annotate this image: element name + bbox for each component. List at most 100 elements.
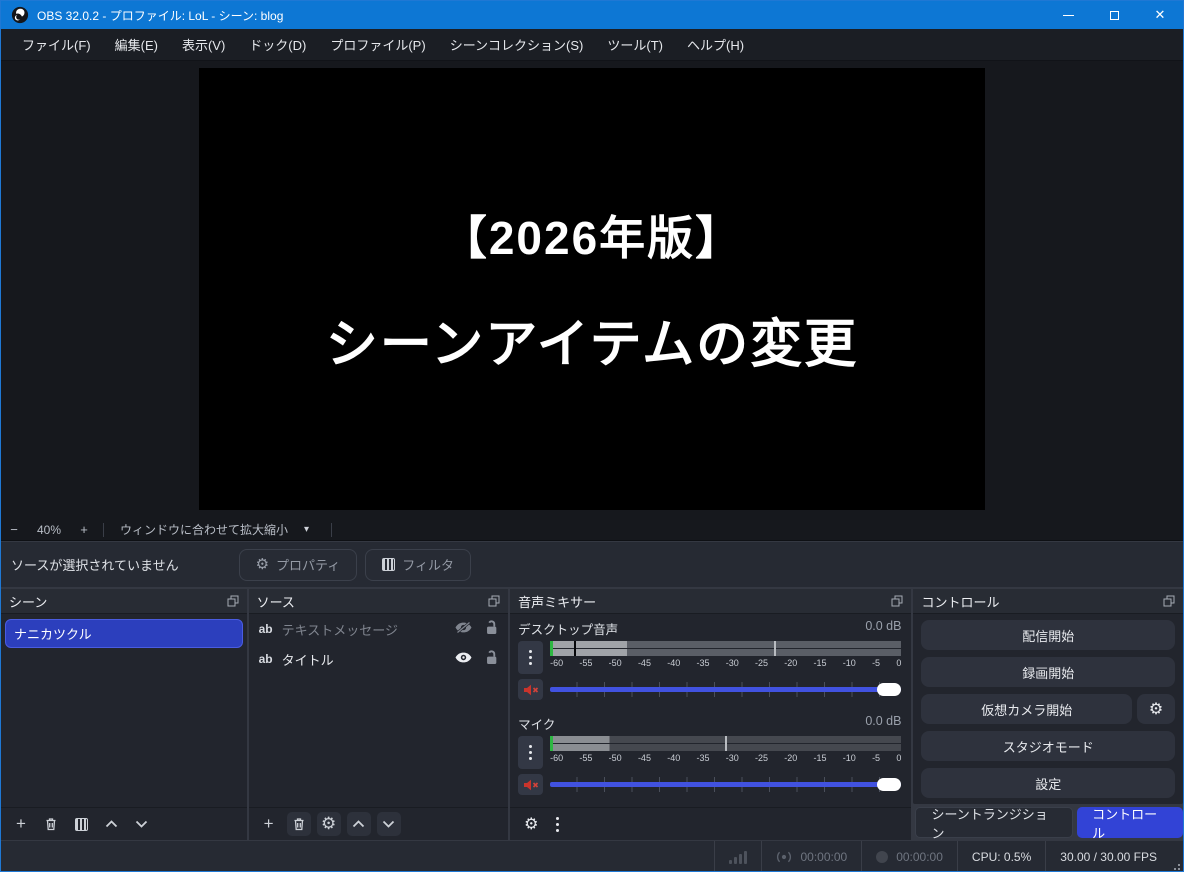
slider-handle[interactable] [877, 683, 901, 696]
controls-buttons: 配信開始 録画開始 仮想カメラ開始 ⚙ スタジオモード 設定 [913, 614, 1183, 804]
properties-label: プロパティ [276, 555, 340, 574]
source-name: タイトル [282, 650, 446, 669]
menu-file[interactable]: ファイル(F) [11, 30, 102, 59]
scene-filters-button[interactable] [69, 812, 93, 836]
move-source-down-button[interactable] [377, 812, 401, 836]
start-streaming-button[interactable]: 配信開始 [921, 620, 1175, 650]
tab-controls[interactable]: コントロール [1077, 807, 1183, 838]
filter-icon [382, 558, 395, 571]
menu-docks[interactable]: ドック(D) [238, 30, 317, 59]
move-scene-up-button[interactable] [99, 812, 123, 836]
menu-tools[interactable]: ツール(T) [596, 30, 674, 59]
signal-bars-icon [729, 850, 747, 864]
resize-grip[interactable] [1170, 860, 1180, 870]
preview-area[interactable]: 【2026年版】 シーンアイテムの変更 [1, 61, 1183, 519]
virtual-camera-settings-button[interactable]: ⚙ [1137, 694, 1175, 724]
mixer-dock-header: 音声ミキサー [510, 589, 911, 614]
db-scale: -60-55-50-45-40-35-30-25-20-15-10-50 [550, 658, 901, 669]
visibility-hidden-icon[interactable] [454, 621, 473, 637]
maximize-button[interactable] [1091, 1, 1137, 29]
scenes-toolbar: + [1, 807, 247, 840]
zoom-out-button[interactable]: − [1, 522, 27, 537]
settings-button[interactable]: 設定 [921, 768, 1175, 798]
stream-health-indicator [714, 841, 761, 872]
channel-menu-button[interactable] [518, 641, 543, 674]
record-time: 00:00:00 [896, 850, 943, 864]
source-row[interactable]: ab タイトル [249, 644, 509, 674]
menu-edit[interactable]: 編集(E) [104, 30, 169, 59]
popout-dock-icon[interactable] [227, 595, 239, 607]
mute-button[interactable] [518, 774, 543, 795]
mixer-menu-icon[interactable] [556, 817, 559, 832]
volume-meter [550, 641, 901, 657]
preview-canvas[interactable]: 【2026年版】 シーンアイテムの変更 [199, 68, 985, 510]
minimize-button[interactable] [1045, 1, 1091, 29]
broadcast-icon [776, 851, 792, 863]
mixer-body: デスクトップ音声 0.0 dB -60-55-50-45-40-35-30-25… [510, 614, 911, 807]
text-source-icon: ab [259, 652, 273, 666]
remove-scene-button[interactable] [39, 812, 63, 836]
fps-indicator: 30.00 / 30.00 FPS [1045, 841, 1183, 872]
controls-dock-header: コントロール [913, 589, 1183, 614]
studio-mode-button[interactable]: スタジオモード [921, 731, 1175, 761]
preview-zoom-bar: − 40% + ウィンドウに合わせて拡大縮小 ▾ [1, 519, 1183, 541]
properties-button[interactable]: ⚙ プロパティ [239, 549, 358, 581]
close-button[interactable]: ✕ [1137, 1, 1183, 29]
zoom-dropdown-caret-icon[interactable]: ▾ [298, 524, 325, 535]
add-source-button[interactable]: + [257, 812, 281, 836]
source-row[interactable]: ab テキストメッセージ [249, 614, 509, 644]
fit-to-window-label[interactable]: ウィンドウに合わせて拡大縮小 [110, 521, 298, 538]
obs-window: OBS 32.0.2 - プロファイル: LoL - シーン: blog ✕ フ… [0, 0, 1184, 872]
record-icon [876, 851, 888, 863]
popout-dock-icon[interactable] [488, 595, 500, 607]
obs-logo-icon [11, 6, 29, 24]
channel-db-value: 0.0 dB [865, 619, 901, 638]
menu-help[interactable]: ヘルプ(H) [676, 30, 755, 59]
filters-label: フィルタ [402, 555, 454, 574]
text-source-icon: ab [259, 622, 273, 636]
sources-dock: ソース ab テキストメッセージ [249, 589, 509, 840]
filters-button[interactable]: フィルタ [365, 549, 471, 581]
menu-view[interactable]: 表示(V) [171, 30, 236, 59]
channel-name: マイク [518, 714, 555, 733]
divider [103, 523, 104, 537]
canvas-text-line1: 【2026年版】 [441, 202, 743, 268]
start-recording-button[interactable]: 録画開始 [921, 657, 1175, 687]
scenes-dock: シーン ナニカツクル + [1, 589, 247, 840]
tab-scene-transitions[interactable]: シーントランジション [915, 807, 1073, 838]
scene-name: ナニカツクル [14, 624, 92, 643]
move-scene-down-button[interactable] [129, 812, 153, 836]
status-bar: 00:00:00 00:00:00 CPU: 0.5% 30.00 / 30.0… [1, 841, 1183, 872]
zoom-in-button[interactable]: + [71, 522, 97, 537]
popout-dock-icon[interactable] [891, 595, 903, 607]
menu-scene-collection[interactable]: シーンコレクション(S) [439, 30, 595, 59]
scene-item[interactable]: ナニカツクル [5, 619, 243, 648]
mute-button[interactable] [518, 679, 543, 700]
sources-dock-header: ソース [249, 589, 509, 614]
source-properties-button[interactable]: ⚙ [317, 812, 341, 836]
slider-handle[interactable] [877, 778, 901, 791]
scene-list: ナニカツクル [1, 614, 247, 807]
volume-slider[interactable] [550, 774, 901, 795]
zoom-level: 40% [27, 523, 71, 537]
controls-title: コントロール [921, 592, 999, 611]
visibility-visible-icon[interactable] [454, 651, 473, 667]
remove-source-button[interactable] [287, 812, 311, 836]
source-name: テキストメッセージ [282, 620, 446, 639]
move-source-up-button[interactable] [347, 812, 371, 836]
popout-dock-icon[interactable] [1163, 595, 1175, 607]
audio-mixer-dock: 音声ミキサー デスクトップ音声 0.0 dB -60-55-50-45 [510, 589, 911, 840]
controls-dock: コントロール 配信開始 録画開始 仮想カメラ開始 ⚙ スタジオモード 設定 [913, 589, 1183, 840]
window-title: OBS 32.0.2 - プロファイル: LoL - シーン: blog [37, 7, 283, 24]
divider [331, 523, 332, 537]
source-list: ab テキストメッセージ ab タイトル [249, 614, 509, 807]
cpu-label: CPU: 0.5% [972, 850, 1031, 864]
volume-slider[interactable] [550, 679, 901, 700]
advanced-audio-properties-icon[interactable]: ⚙ [524, 814, 538, 834]
menu-profile[interactable]: プロファイル(P) [319, 30, 436, 59]
unlocked-icon[interactable] [485, 650, 498, 668]
start-virtual-camera-button[interactable]: 仮想カメラ開始 [921, 694, 1132, 724]
add-scene-button[interactable]: + [9, 812, 33, 836]
channel-menu-button[interactable] [518, 736, 543, 769]
unlocked-icon[interactable] [485, 620, 498, 638]
